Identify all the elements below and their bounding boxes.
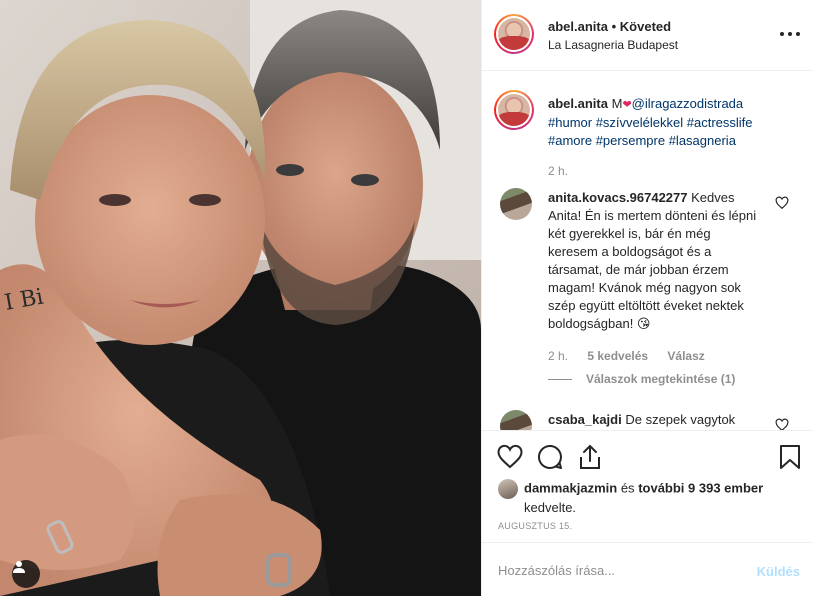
author-username[interactable]: abel.anita xyxy=(548,19,608,34)
likes-suffix: kedvelte. xyxy=(524,500,577,515)
comment-like-heart-icon[interactable] xyxy=(775,418,789,430)
tagged-people-button[interactable] xyxy=(12,560,40,588)
selfie-image: I Bi xyxy=(0,0,481,596)
comment-bubble-icon[interactable] xyxy=(536,443,564,471)
comment-likes[interactable]: 5 kedvelés xyxy=(587,349,648,363)
comment-username[interactable]: csaba_kajdi xyxy=(548,412,622,427)
caption-time[interactable]: 2 h. xyxy=(548,164,568,178)
hashtag[interactable]: #lasagneria xyxy=(669,133,736,148)
post-side-panel: abel.anita • Követed La Lasagneria Budap… xyxy=(481,0,813,596)
commenter-avatar[interactable] xyxy=(500,410,532,430)
replies-divider xyxy=(548,379,572,380)
first-liker-username[interactable]: dammakjazmin xyxy=(524,480,617,495)
comment-composer: Küldés xyxy=(482,542,813,596)
share-icon[interactable] xyxy=(576,443,604,471)
comment-meta: 2 h. 5 kedvelés Válasz xyxy=(548,349,705,363)
post-photo[interactable]: I Bi xyxy=(0,0,481,596)
comment-reply-button[interactable]: Válasz xyxy=(667,349,704,363)
like-heart-icon[interactable] xyxy=(496,443,524,471)
heart-emoji-icon: ❤ xyxy=(622,99,632,111)
comment-body: De szepek vagytok xyxy=(625,412,736,427)
caption-body: M xyxy=(611,96,623,111)
hashtag[interactable]: #humor xyxy=(548,115,592,130)
hashtag[interactable]: #persempre xyxy=(596,133,665,148)
comment-text: csaba_kajdi De szepek vagytok xyxy=(548,411,762,429)
hashtag[interactable]: #szívvelélekkel xyxy=(596,115,683,130)
caption-avatar[interactable] xyxy=(494,90,534,130)
comment-body: Kedves Anita! Én is mertem dönteni és lé… xyxy=(548,190,757,331)
likes-connector: és xyxy=(620,480,635,496)
caption-text: abel.anita M❤@ilragazzodistrada #humor #… xyxy=(548,95,798,150)
post-location[interactable]: La Lasagneria Budapest xyxy=(548,38,678,52)
comments-list[interactable]: abel.anita M❤@ilragazzodistrada #humor #… xyxy=(482,72,813,430)
hashtag[interactable]: #actresslife xyxy=(687,115,753,130)
post-header: abel.anita • Követed La Lasagneria Budap… xyxy=(482,0,813,71)
more-options-icon[interactable] xyxy=(780,26,800,42)
header-separator: • xyxy=(611,19,617,34)
post-actions: dammakjazmin és további 9 393 ember kedv… xyxy=(482,430,813,542)
hashtag[interactable]: #amore xyxy=(548,133,592,148)
liker-avatar[interactable] xyxy=(498,479,518,499)
author-avatar[interactable] xyxy=(494,14,534,54)
commenter-avatar[interactable] xyxy=(500,188,532,220)
follow-status-button[interactable]: Követed xyxy=(620,19,671,34)
comment-text: anita.kovacs.96742277 Kedves Anita! Én i… xyxy=(548,189,762,333)
instagram-post: I Bi abel.anita • Követed La Lasagneria … xyxy=(0,0,813,596)
comment-username[interactable]: anita.kovacs.96742277 xyxy=(548,190,688,205)
comment-time[interactable]: 2 h. xyxy=(548,349,568,363)
caption-mention[interactable]: @ilragazzodistrada xyxy=(632,96,743,111)
likes-summary: dammakjazmin és további 9 393 ember kedv… xyxy=(498,479,798,517)
header-user-line: abel.anita • Követed xyxy=(548,19,671,34)
comment-like-heart-icon[interactable] xyxy=(775,196,789,210)
caption-username[interactable]: abel.anita xyxy=(548,96,608,111)
bookmark-icon[interactable] xyxy=(776,443,804,471)
post-date[interactable]: AUGUSZTUS 15. xyxy=(498,521,572,531)
person-icon xyxy=(13,561,25,573)
comment-input[interactable] xyxy=(498,557,728,583)
view-replies-button[interactable]: Válaszok megtekintése (1) xyxy=(586,372,735,386)
send-comment-button[interactable]: Küldés xyxy=(757,564,800,579)
likes-others-link[interactable]: további 9 393 ember xyxy=(638,480,763,495)
